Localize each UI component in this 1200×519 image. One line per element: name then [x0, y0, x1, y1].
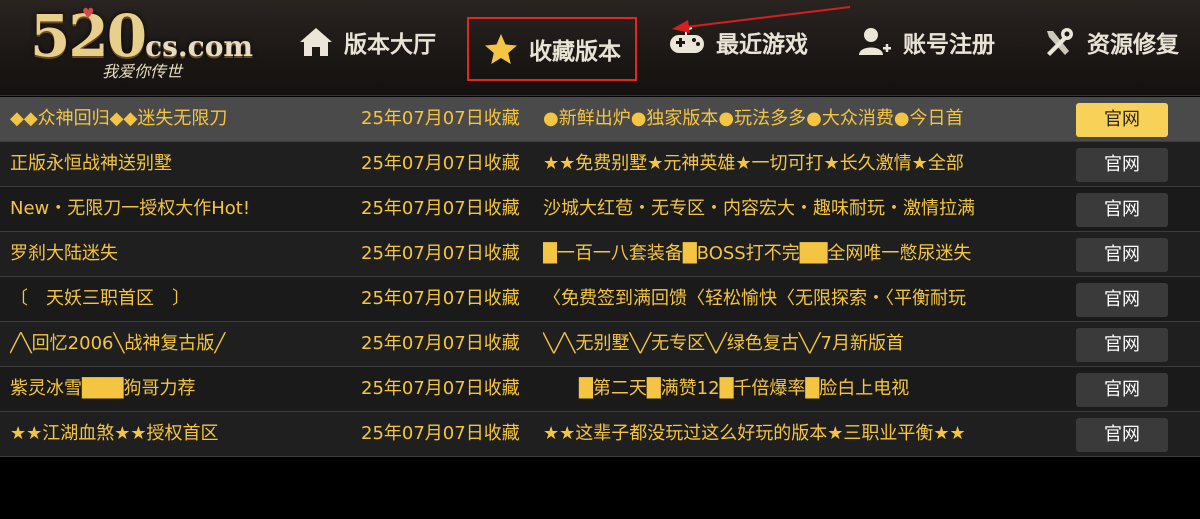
table-row[interactable]: 紫灵冰雪███狗哥力荐 25年07月07日收藏 █第二天█满赞12█千倍爆率█脸… — [0, 367, 1200, 412]
favorite-date: 25年07月07日收藏 — [361, 288, 520, 309]
game-name: 正版永恒战神送别墅 — [10, 153, 172, 174]
header-bar: 520cs.com ♥ 我爱你传世 版本大厅 收藏版本 最近游戏 账号注册 资源… — [0, 0, 1200, 96]
nav-label: 收藏版本 — [529, 39, 621, 65]
official-site-button[interactable]: 官网 — [1076, 373, 1168, 407]
official-site-button[interactable]: 官网 — [1076, 193, 1168, 227]
nav-label: 资源修复 — [1087, 32, 1179, 58]
home-icon — [300, 28, 332, 56]
heart-icon: ♥ — [82, 6, 95, 22]
site-logo[interactable]: 520cs.com ♥ 我爱你传世 — [22, 2, 272, 92]
game-name: New・无限刀一授权大作Hot! — [10, 198, 251, 219]
favorite-date: 25年07月07日收藏 — [361, 153, 520, 174]
nav-version-hall[interactable]: 版本大厅 — [298, 20, 436, 64]
nav-favorites[interactable]: 收藏版本 — [467, 17, 637, 81]
official-site-button[interactable]: 官网 — [1076, 148, 1168, 182]
favorite-date: 25年07月07日收藏 — [361, 423, 520, 444]
table-row[interactable]: ★★江湖血煞★★授权首区 25年07月07日收藏 ★★这辈子都没玩过这么好玩的版… — [0, 412, 1200, 457]
game-description: ★★免费别墅★元神英雄★一切可打★长久激情★全部 — [543, 153, 964, 174]
nav-repair[interactable]: 资源修复 — [1041, 20, 1179, 64]
game-name: 〔 天妖三职首区 〕 — [10, 288, 190, 309]
nav-register[interactable]: 账号注册 — [857, 20, 995, 64]
official-site-button[interactable]: 官网 — [1076, 283, 1168, 317]
favorite-date: 25年07月07日收藏 — [361, 333, 520, 354]
favorite-date: 25年07月07日收藏 — [361, 378, 520, 399]
table-row[interactable]: 罗刹大陆迷失 25年07月07日收藏 █一百一八套装备█BOSS打不完██全网唯… — [0, 232, 1200, 277]
add-user-icon — [859, 28, 891, 55]
table-row[interactable]: ╱╲回忆2006╲战神复古版╱ 25年07月07日收藏 ╲╱╲无别墅╲╱无专区╲… — [0, 322, 1200, 367]
star-icon — [485, 34, 517, 64]
nav-label: 版本大厅 — [344, 32, 436, 58]
game-name: ★★江湖血煞★★授权首区 — [10, 423, 219, 444]
table-row[interactable]: ◆◆众神回归◆◆迷失无限刀 25年07月07日收藏 ●新鲜出炉●独家版本●玩法多… — [0, 97, 1200, 142]
game-name: 紫灵冰雪███狗哥力荐 — [10, 378, 196, 399]
nav-label: 账号注册 — [903, 32, 995, 58]
official-site-button[interactable]: 官网 — [1076, 418, 1168, 452]
favorite-date: 25年07月07日收藏 — [361, 198, 520, 219]
favorites-list: ◆◆众神回归◆◆迷失无限刀 25年07月07日收藏 ●新鲜出炉●独家版本●玩法多… — [0, 97, 1200, 457]
logo-tagline: 我爱你传世 — [102, 62, 183, 81]
game-description: ╲╱╲无别墅╲╱无专区╲╱绿色复古╲╱7月新版首 — [543, 333, 904, 354]
game-name: ╱╲回忆2006╲战神复古版╱ — [10, 333, 226, 354]
game-description: █一百一八套装备█BOSS打不完██全网唯一憋尿迷失 — [543, 243, 972, 264]
favorite-date: 25年07月07日收藏 — [361, 108, 520, 129]
game-name: ◆◆众神回归◆◆迷失无限刀 — [10, 108, 228, 129]
official-site-button[interactable]: 官网 — [1076, 238, 1168, 272]
game-description: 〈免费签到满回馈〈轻松愉快〈无限探索・〈平衡耐玩 — [543, 288, 966, 309]
table-row[interactable]: 正版永恒战神送别墅 25年07月07日收藏 ★★免费别墅★元神英雄★一切可打★长… — [0, 142, 1200, 187]
annotation-arrow-icon — [672, 6, 851, 33]
tools-icon — [1047, 28, 1073, 56]
table-row[interactable]: New・无限刀一授权大作Hot! 25年07月07日收藏 沙城大红苞・无专区・内… — [0, 187, 1200, 232]
game-description: 沙城大红苞・无专区・内容宏大・趣味耐玩・激情拉满 — [543, 198, 975, 219]
game-description: ★★这辈子都没玩过这么好玩的版本★三职业平衡★★ — [543, 423, 966, 444]
app-window: 520cs.com ♥ 我爱你传世 版本大厅 收藏版本 最近游戏 账号注册 资源… — [0, 0, 1200, 519]
game-name: 罗刹大陆迷失 — [10, 243, 118, 264]
official-site-button[interactable]: 官网 — [1076, 328, 1168, 362]
game-description: ●新鲜出炉●独家版本●玩法多多●大众消费●今日首 — [543, 108, 964, 129]
official-site-button[interactable]: 官网 — [1076, 103, 1168, 137]
table-row[interactable]: 〔 天妖三职首区 〕 25年07月07日收藏 〈免费签到满回馈〈轻松愉快〈无限探… — [0, 277, 1200, 322]
favorite-date: 25年07月07日收藏 — [361, 243, 520, 264]
game-description: █第二天█满赞12█千倍爆率█脸白上电视 — [543, 378, 910, 399]
